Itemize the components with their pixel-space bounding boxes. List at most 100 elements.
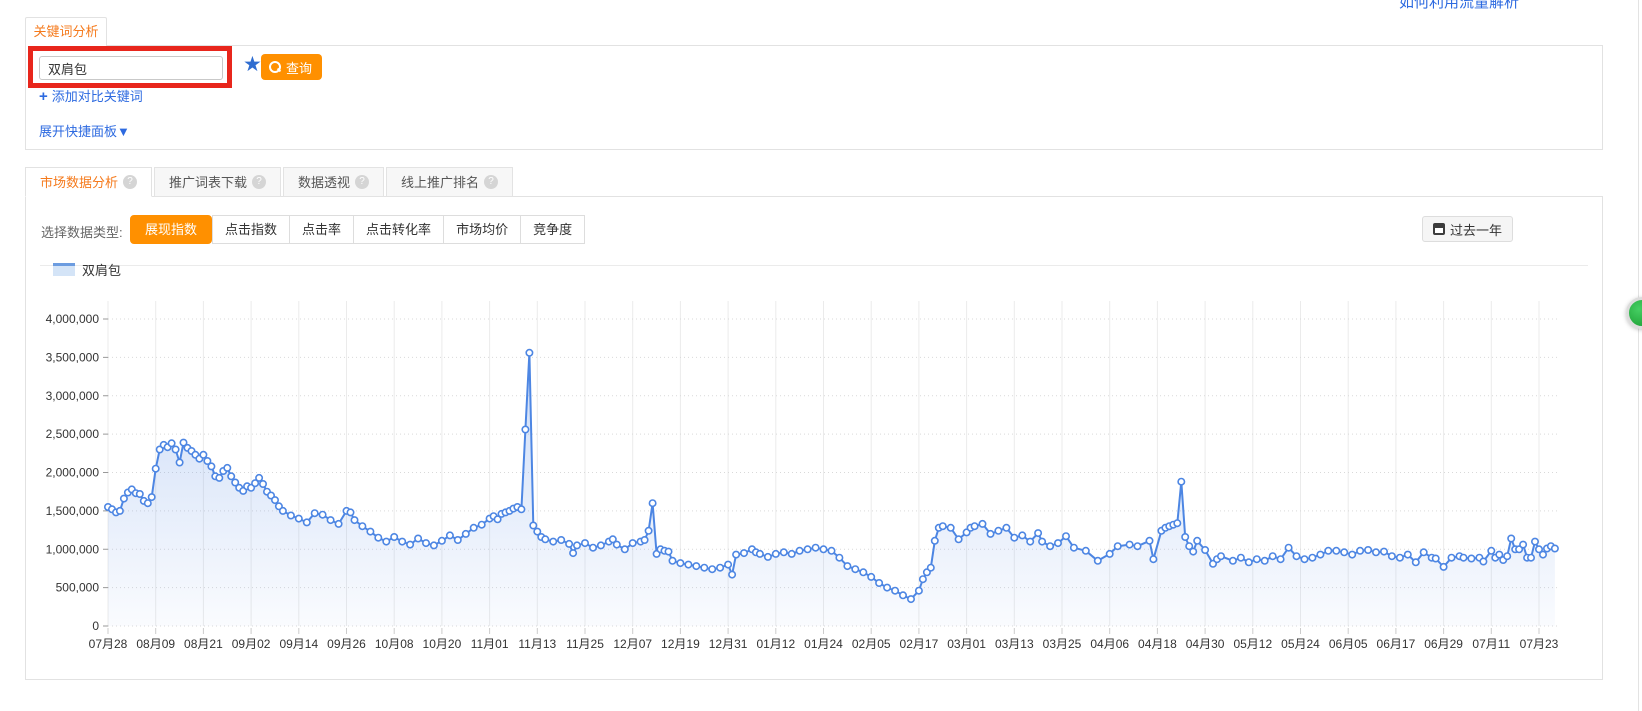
data-point-marker[interactable]: [570, 550, 576, 556]
data-point-marker[interactable]: [399, 538, 405, 544]
data-point-marker[interactable]: [836, 555, 842, 561]
date-range-button[interactable]: 过去一年: [1422, 216, 1513, 242]
data-point-marker[interactable]: [876, 580, 882, 586]
data-point-marker[interactable]: [145, 500, 151, 506]
data-point-marker[interactable]: [296, 515, 302, 521]
add-compare-keyword-link[interactable]: +添加对比关键词: [39, 86, 143, 105]
data-point-marker[interactable]: [828, 548, 834, 554]
data-point-marker[interactable]: [1083, 548, 1089, 554]
data-point-marker[interactable]: [729, 571, 735, 577]
data-point-marker[interactable]: [1039, 538, 1045, 544]
data-point-marker[interactable]: [757, 551, 763, 557]
data-point-marker[interactable]: [717, 565, 723, 571]
favorite-star-icon[interactable]: ★: [243, 52, 262, 78]
data-point-marker[interactable]: [1317, 551, 1323, 557]
data-point-marker[interactable]: [471, 525, 477, 531]
tab-market-data-analysis[interactable]: 市场数据分析 ?: [25, 167, 152, 197]
data-point-marker[interactable]: [1540, 551, 1546, 557]
data-point-marker[interactable]: [701, 565, 707, 571]
data-point-marker[interactable]: [518, 506, 524, 512]
data-point-marker[interactable]: [1528, 555, 1534, 561]
data-point-marker[interactable]: [677, 560, 683, 566]
data-point-marker[interactable]: [216, 475, 222, 481]
data-point-marker[interactable]: [172, 446, 178, 452]
data-point-marker[interactable]: [987, 531, 993, 537]
data-point-marker[interactable]: [558, 537, 564, 543]
data-point-marker[interactable]: [1277, 556, 1283, 562]
data-point-marker[interactable]: [773, 551, 779, 557]
data-point-marker[interactable]: [1325, 548, 1331, 554]
data-point-marker[interactable]: [1405, 551, 1411, 557]
data-point-marker[interactable]: [928, 565, 934, 571]
data-point-marker[interactable]: [391, 534, 397, 540]
data-point-marker[interactable]: [641, 537, 647, 543]
data-point-marker[interactable]: [117, 508, 123, 514]
data-point-marker[interactable]: [149, 494, 155, 500]
data-point-marker[interactable]: [566, 541, 572, 547]
data-point-marker[interactable]: [272, 497, 278, 503]
help-icon[interactable]: ?: [355, 175, 369, 189]
data-point-marker[interactable]: [1480, 558, 1486, 564]
data-point-marker[interactable]: [1333, 548, 1339, 554]
data-point-marker[interactable]: [1071, 545, 1077, 551]
data-point-marker[interactable]: [1301, 556, 1307, 562]
data-point-marker[interactable]: [1055, 540, 1061, 546]
data-point-marker[interactable]: [1357, 548, 1363, 554]
data-point-marker[interactable]: [804, 546, 810, 552]
data-point-marker[interactable]: [479, 522, 485, 528]
data-point-marker[interactable]: [312, 510, 318, 516]
data-point-marker[interactable]: [423, 540, 429, 546]
data-point-marker[interactable]: [288, 512, 294, 518]
data-point-marker[interactable]: [526, 350, 532, 356]
tab-data-pivot[interactable]: 数据透视 ?: [283, 167, 384, 197]
data-point-marker[interactable]: [781, 549, 787, 555]
help-icon[interactable]: ?: [252, 175, 266, 189]
data-point-marker[interactable]: [319, 512, 325, 518]
data-point-marker[interactable]: [892, 588, 898, 594]
data-point-marker[interactable]: [200, 452, 206, 458]
data-point-marker[interactable]: [820, 546, 826, 552]
data-point-marker[interactable]: [1011, 535, 1017, 541]
data-point-marker[interactable]: [335, 521, 341, 527]
data-point-marker[interactable]: [168, 440, 174, 446]
query-button[interactable]: 查询: [261, 54, 322, 80]
data-point-marker[interactable]: [1552, 545, 1558, 551]
data-point-marker[interactable]: [789, 551, 795, 557]
data-point-marker[interactable]: [590, 545, 596, 551]
data-point-marker[interactable]: [669, 558, 675, 564]
data-type-option[interactable]: 点击指数: [212, 215, 290, 244]
data-point-marker[interactable]: [522, 426, 528, 432]
data-point-marker[interactable]: [868, 574, 874, 580]
data-point-marker[interactable]: [1504, 553, 1510, 559]
data-point-marker[interactable]: [971, 523, 977, 529]
data-point-marker[interactable]: [900, 592, 906, 598]
data-point-marker[interactable]: [1254, 556, 1260, 562]
data-point-marker[interactable]: [1381, 548, 1387, 554]
data-point-marker[interactable]: [1230, 558, 1236, 564]
floating-service-widget[interactable]: [1626, 297, 1642, 329]
data-point-marker[interactable]: [1178, 479, 1184, 485]
data-point-marker[interactable]: [383, 538, 389, 544]
data-point-marker[interactable]: [1349, 551, 1355, 557]
data-point-marker[interactable]: [852, 566, 858, 572]
data-point-marker[interactable]: [327, 517, 333, 523]
data-point-marker[interactable]: [447, 532, 453, 538]
data-point-marker[interactable]: [665, 548, 671, 554]
data-point-marker[interactable]: [304, 519, 310, 525]
chart-legend[interactable]: 双肩包: [53, 260, 121, 279]
data-point-marker[interactable]: [463, 531, 469, 537]
data-point-marker[interactable]: [1150, 556, 1156, 562]
data-point-marker[interactable]: [347, 509, 353, 515]
data-point-marker[interactable]: [979, 521, 985, 527]
data-point-marker[interactable]: [948, 525, 954, 531]
data-point-marker[interactable]: [940, 523, 946, 529]
data-type-option[interactable]: 展现指数: [130, 215, 212, 244]
data-point-marker[interactable]: [598, 542, 604, 548]
tab-promo-wordlist-download[interactable]: 推广词表下载 ?: [154, 167, 281, 197]
tab-online-promo-ranking[interactable]: 线上推广排名 ?: [386, 167, 513, 197]
data-point-marker[interactable]: [582, 540, 588, 546]
data-point-marker[interactable]: [796, 548, 802, 554]
data-point-marker[interactable]: [367, 528, 373, 534]
data-point-marker[interactable]: [1063, 533, 1069, 539]
data-point-marker[interactable]: [1520, 541, 1526, 547]
